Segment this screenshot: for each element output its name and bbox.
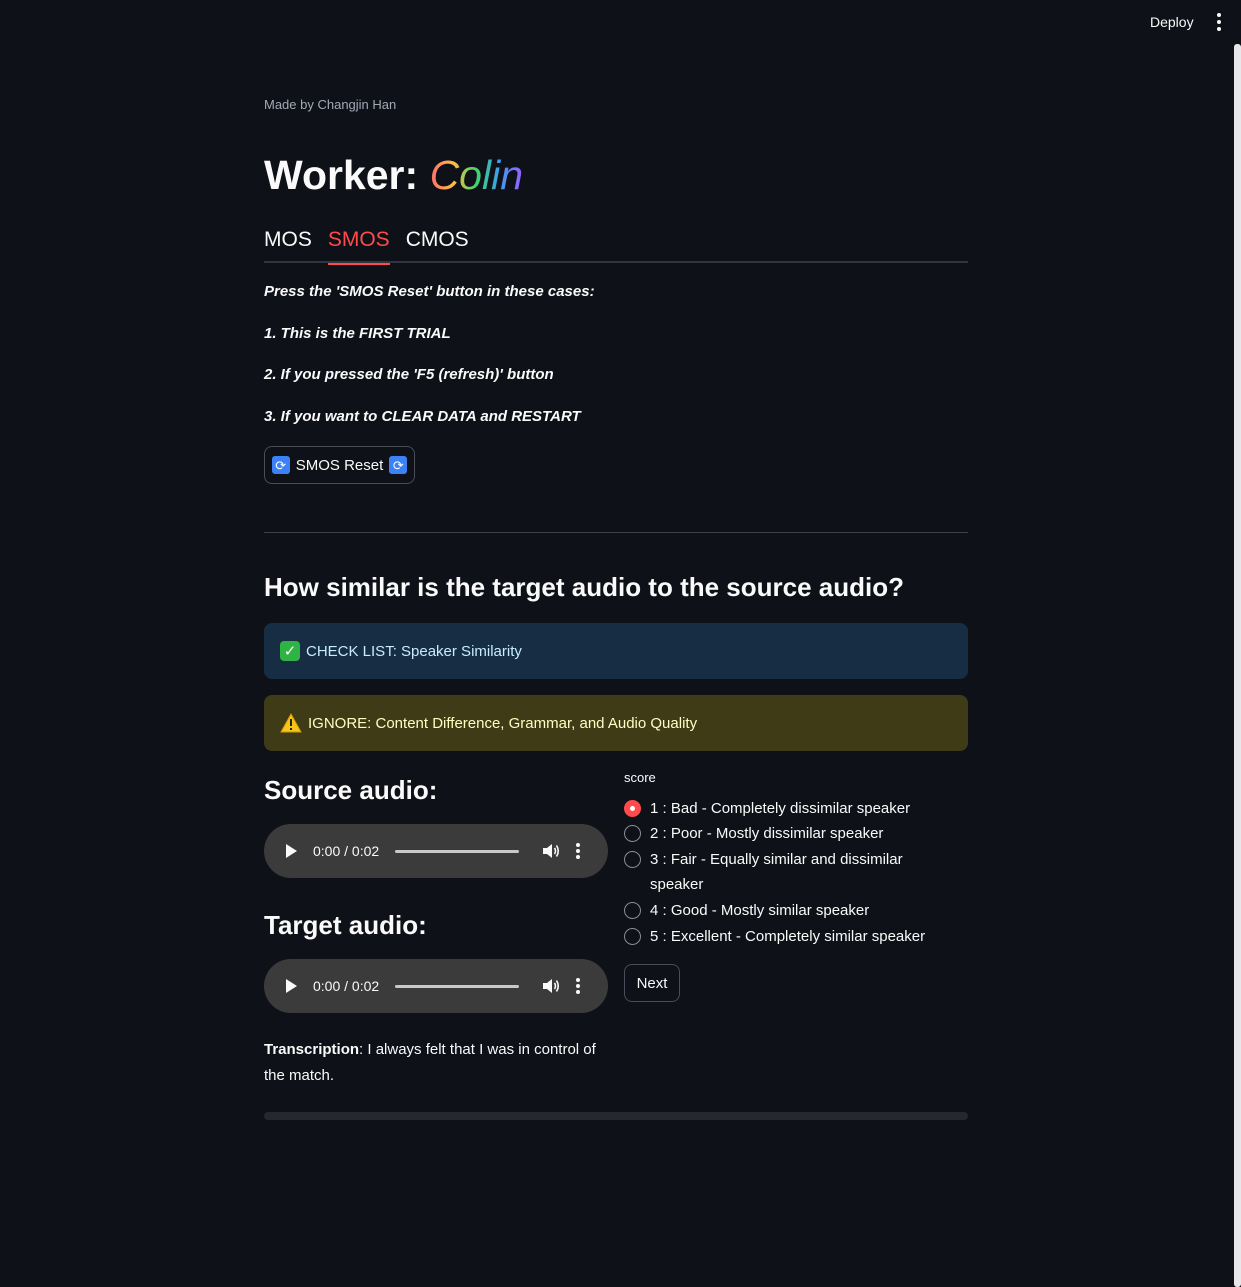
target-audio-player[interactable]: 0:00 / 0:02 [264,959,608,1013]
tab-cmos[interactable]: CMOS [406,226,469,263]
section-divider [264,532,968,533]
info-alert-text: CHECK LIST: Speaker Similarity [306,642,522,660]
warning-icon [280,713,302,733]
tab-mos[interactable]: MOS [264,226,312,263]
radio-button[interactable] [624,851,641,868]
top-bar: Deploy [0,0,1241,44]
info-alert: ✓ CHECK LIST: Speaker Similarity [264,623,968,679]
volume-icon[interactable] [541,977,561,995]
source-audio-heading: Source audio: [264,775,438,805]
source-audio-player[interactable]: 0:00 / 0:02 [264,824,608,878]
refresh-icon: ⟳ [389,456,408,474]
source-seek-bar[interactable] [395,849,520,853]
instruction-intro: Press the 'SMOS Reset' button in these c… [264,283,595,300]
smos-reset-button[interactable]: ⟳ SMOS Reset ⟳ [264,446,415,484]
radio-button[interactable] [624,800,641,817]
target-seek-bar[interactable] [395,984,520,988]
tab-bar: MOS SMOS CMOS [264,226,968,265]
refresh-icon: ⟳ [271,456,290,474]
tab-smos[interactable]: SMOS [327,226,390,265]
instruction-3: 3. If you want to CLEAR DATA and RESTART [264,408,581,425]
instruction-2: 2. If you pressed the 'F5 (refresh)' but… [264,366,554,383]
radio-button[interactable] [624,902,641,919]
warning-alert: IGNORE: Content Difference, Grammar, and… [264,695,968,751]
score-option-label: 4 : Good - Mostly similar speaker [650,902,870,919]
score-option-5[interactable]: 5 : Excellent - Completely similar speak… [624,924,954,949]
score-option-4[interactable]: 4 : Good - Mostly similar speaker [624,898,954,923]
next-button[interactable]: Next [624,964,680,1002]
target-audio-heading: Target audio: [264,910,427,940]
play-icon[interactable] [286,844,297,858]
instruction-1: 1. This is the FIRST TRIAL [264,325,451,342]
score-option-1[interactable]: 1 : Bad - Completely dissimilar speaker [624,796,954,821]
kebab-menu-icon[interactable] [1210,11,1228,33]
source-time: 0:00 / 0:02 [313,843,380,859]
score-option-label: 5 : Excellent - Completely similar speak… [650,928,926,945]
more-options-icon[interactable] [575,843,581,859]
progress-bar [264,1112,968,1120]
score-option-label: 2 : Poor - Mostly dissimilar speaker [650,825,884,842]
page-title: Worker: Colin [264,152,523,199]
transcription-label: Transcription [264,1041,360,1058]
transcription: Transcription: I always felt that I was … [264,1037,608,1089]
radio-button[interactable] [624,825,641,842]
target-time: 0:00 / 0:02 [313,978,380,994]
score-option-3[interactable]: 3 : Fair - Equally similar and dissimila… [624,847,914,897]
play-icon[interactable] [286,979,297,993]
page-scrollbar[interactable] [1234,44,1241,1287]
worker-name: Colin [429,152,523,198]
credit-text: Made by Changjin Han [264,97,397,112]
check-icon: ✓ [280,641,300,661]
question-heading: How similar is the target audio to the s… [264,572,904,602]
more-options-icon[interactable] [575,978,581,994]
volume-icon[interactable] [541,842,561,860]
score-option-label: 3 : Fair - Equally similar and dissimila… [650,851,903,893]
score-option-2[interactable]: 2 : Poor - Mostly dissimilar speaker [624,821,954,846]
title-prefix: Worker: [264,152,430,198]
warning-alert-text: IGNORE: Content Difference, Grammar, and… [308,714,698,732]
score-label: score [624,770,656,785]
deploy-button[interactable]: Deploy [1140,12,1204,32]
radio-button[interactable] [624,928,641,945]
smos-reset-label: SMOS Reset [295,456,384,474]
score-option-label: 1 : Bad - Completely dissimilar speaker [650,800,911,817]
